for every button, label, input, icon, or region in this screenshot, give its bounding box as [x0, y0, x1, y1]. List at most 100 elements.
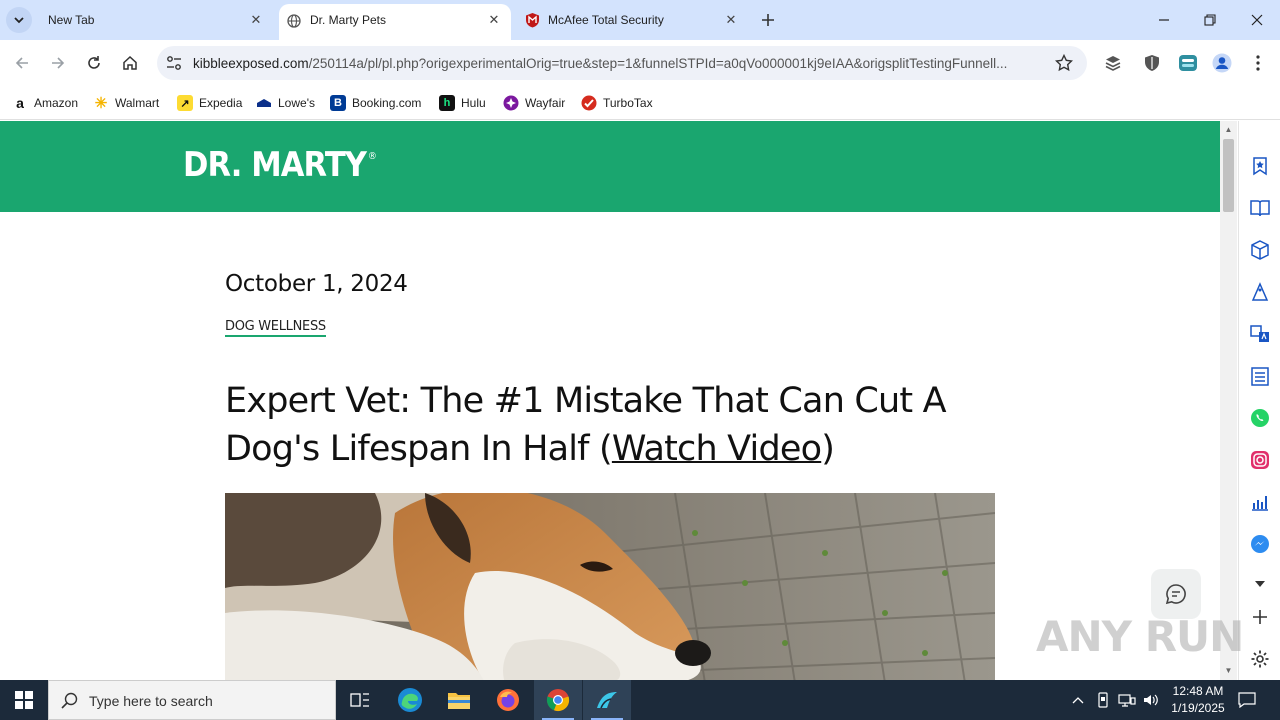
- show-hidden-icons-button[interactable]: [1068, 680, 1088, 720]
- messenger-icon[interactable]: [1249, 533, 1271, 555]
- settings-gear-icon[interactable]: [1249, 648, 1271, 670]
- chevron-down-icon[interactable]: [1249, 573, 1271, 595]
- article-category-link[interactable]: DOG WELLNESS: [225, 319, 326, 337]
- minimize-icon: [1159, 19, 1169, 21]
- booking-icon: B: [330, 95, 346, 111]
- vertical-scrollbar[interactable]: ▲ ▼: [1220, 121, 1237, 680]
- walmart-spark-icon: ✳: [94, 95, 108, 112]
- scroll-down-arrow-icon[interactable]: ▼: [1224, 666, 1233, 675]
- restore-button[interactable]: [1187, 0, 1233, 40]
- new-tab-button[interactable]: [757, 9, 779, 31]
- wayfair-icon: [503, 95, 519, 111]
- extension-layers-icon[interactable]: [1103, 53, 1123, 73]
- clock-time: 12:48 AM: [1172, 684, 1224, 698]
- tab-mcafee[interactable]: McAfee Total Security ✕: [516, 0, 752, 40]
- taskbar-edge[interactable]: [386, 680, 434, 720]
- instagram-icon[interactable]: [1249, 449, 1271, 471]
- package-icon[interactable]: [1249, 239, 1271, 261]
- bookmark-label: Amazon: [34, 96, 79, 110]
- site-settings-icon[interactable]: [165, 54, 183, 72]
- tab-title: McAfee Total Security: [548, 13, 664, 27]
- tab-strip: New Tab ✕ Dr. Marty Pets ✕ McAfee Total …: [0, 0, 1280, 40]
- amazon-icon: a: [16, 95, 24, 111]
- edge-icon: [398, 688, 422, 712]
- start-button[interactable]: [0, 680, 48, 720]
- windows-taskbar: Type here to search 12:48 AM 1/19/2025: [0, 680, 1280, 720]
- translate-icon[interactable]: [1249, 323, 1271, 345]
- folder-icon: [448, 693, 470, 709]
- bookmark-panel-icon[interactable]: [1249, 155, 1271, 177]
- taskbar-anyrun[interactable]: [583, 680, 631, 720]
- bookmarks-bar: a Amazon ✳ Walmart ↗ Expedia Lowe's B Bo…: [0, 86, 1280, 120]
- bookmark-walmart[interactable]: ✳ Walmart: [93, 93, 160, 113]
- screen: New Tab ✕ Dr. Marty Pets ✕ McAfee Total …: [0, 0, 1280, 720]
- network-icon[interactable]: [1116, 680, 1138, 720]
- profile-avatar-icon[interactable]: [1212, 53, 1232, 73]
- bookmark-hulu[interactable]: h Hulu: [439, 93, 486, 113]
- home-button[interactable]: [118, 51, 142, 75]
- extension-shield-icon[interactable]: [1142, 53, 1162, 73]
- taskbar-search-box[interactable]: Type here to search: [48, 680, 336, 720]
- scroll-thumb[interactable]: [1223, 139, 1234, 212]
- chart-icon[interactable]: [1249, 491, 1271, 513]
- article-date: October 1, 2024: [225, 271, 408, 297]
- tab-new-tab[interactable]: New Tab ✕: [36, 0, 272, 40]
- arrow-left-icon: [15, 57, 28, 69]
- notifications-button[interactable]: [1236, 680, 1258, 720]
- globe-icon: [287, 14, 301, 28]
- task-view-button[interactable]: [336, 680, 384, 720]
- bookmark-label: Hulu: [461, 96, 486, 110]
- whatsapp-icon[interactable]: [1249, 407, 1271, 429]
- menu-kebab-icon[interactable]: [1248, 53, 1268, 73]
- shopping-tag-icon[interactable]: [1249, 281, 1271, 303]
- address-bar[interactable]: kibbleexposed.com/250114a/pl/pl.php?orig…: [157, 46, 1087, 80]
- tray-device-icon[interactable]: [1093, 680, 1113, 720]
- minimize-button[interactable]: [1141, 0, 1187, 40]
- bookmark-turbotax[interactable]: TurboTax: [581, 93, 653, 113]
- taskbar-file-explorer[interactable]: [435, 680, 483, 720]
- bookmark-label: TurboTax: [603, 96, 653, 110]
- home-icon: [123, 55, 137, 70]
- firefox-icon: [497, 689, 519, 711]
- extension-toggle-icon[interactable]: [1178, 53, 1198, 73]
- add-panel-icon[interactable]: [1249, 606, 1271, 628]
- bookmark-label: Expedia: [199, 96, 243, 110]
- back-button[interactable]: [10, 51, 34, 75]
- volume-icon[interactable]: [1140, 680, 1162, 720]
- reload-icon: [88, 56, 100, 69]
- dr-marty-logo[interactable]: DR. MARTY ®: [183, 145, 377, 185]
- plus-icon: [762, 14, 774, 26]
- reading-list-icon[interactable]: [1249, 197, 1271, 219]
- taskbar-chrome[interactable]: [534, 680, 582, 720]
- close-tab-icon[interactable]: ✕: [486, 12, 502, 28]
- tab-dr-marty-pets[interactable]: Dr. Marty Pets ✕: [279, 4, 511, 40]
- registered-mark: ®: [367, 151, 377, 162]
- url-host: kibbleexposed.com: [193, 56, 309, 71]
- side-panel: [1238, 121, 1280, 680]
- dog-photo: [225, 493, 995, 680]
- watch-video-link[interactable]: Watch Video: [612, 429, 822, 469]
- tab-search-button[interactable]: [6, 7, 32, 33]
- bookmark-lowes[interactable]: Lowe's: [256, 93, 315, 113]
- tab-title: New Tab: [48, 13, 95, 27]
- close-tab-icon[interactable]: ✕: [248, 12, 264, 28]
- bookmark-expedia[interactable]: ↗ Expedia: [177, 93, 242, 113]
- taskbar-firefox[interactable]: [484, 680, 532, 720]
- bookmark-amazon[interactable]: a Amazon: [12, 93, 78, 113]
- lowes-icon: [256, 95, 272, 111]
- forward-button[interactable]: [46, 51, 70, 75]
- url-text[interactable]: kibbleexposed.com/250114a/pl/pl.php?orig…: [193, 56, 1039, 71]
- bookmark-star-icon[interactable]: [1055, 54, 1073, 72]
- taskbar-clock[interactable]: 12:48 AM 1/19/2025: [1160, 683, 1236, 717]
- close-tab-icon[interactable]: ✕: [723, 12, 739, 28]
- scroll-up-arrow-icon[interactable]: ▲: [1224, 125, 1233, 134]
- bookmark-wayfair[interactable]: Wayfair: [503, 93, 565, 113]
- checklist-icon[interactable]: [1249, 365, 1271, 387]
- reload-button[interactable]: [82, 51, 106, 75]
- chat-bubble-icon: [1165, 584, 1186, 605]
- bookmark-booking[interactable]: B Booking.com: [330, 93, 421, 113]
- browser-toolbar: kibbleexposed.com/250114a/pl/pl.php?orig…: [0, 40, 1280, 86]
- chrome-icon: [546, 689, 570, 712]
- close-window-button[interactable]: [1234, 0, 1280, 40]
- expedia-icon: ↗: [177, 95, 193, 111]
